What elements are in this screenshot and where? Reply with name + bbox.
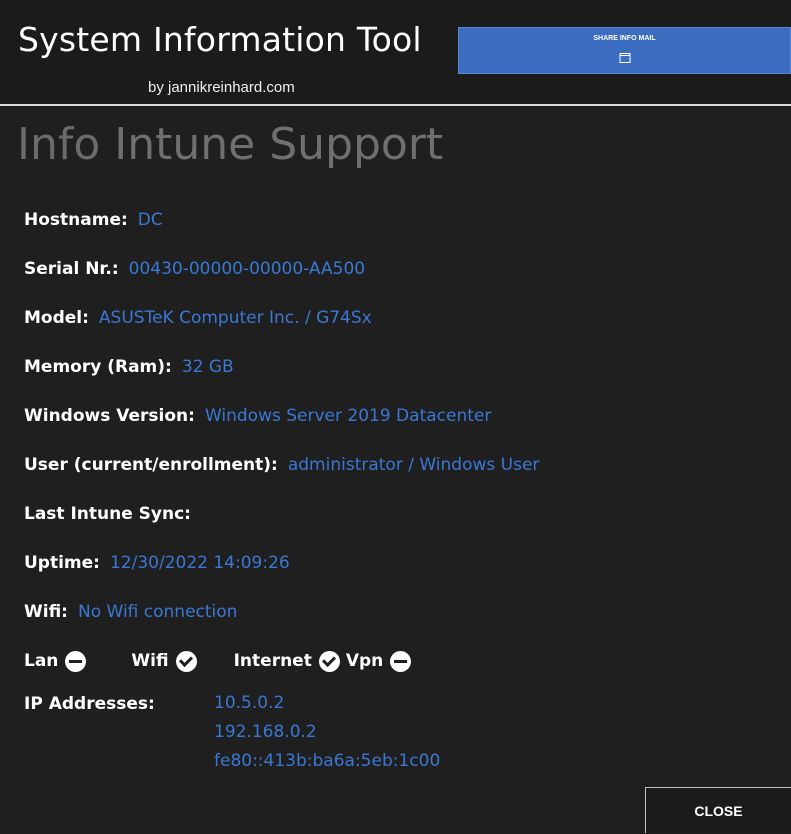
ip-address-list: 10.5.0.2 192.168.0.2 fe80::413b:ba6a:5eb… <box>214 689 440 776</box>
wifi-status: Wifi <box>131 650 197 672</box>
window-icon <box>619 53 630 63</box>
tab-intune[interactable]: Intune <box>114 117 255 173</box>
ip-addresses: IP Addresses: 10.5.0.2 192.168.0.2 fe80:… <box>24 689 440 776</box>
nav-tabs: Info Intune Support <box>17 117 457 177</box>
app-byline: by jannikreinhard.com <box>148 79 295 96</box>
windows-version-label: Windows Version: <box>24 406 195 426</box>
memory-value: 32 GB <box>181 357 234 377</box>
wifi-row: Wifi: No Wifi connection <box>24 597 237 627</box>
wifi-label: Wifi: <box>24 602 68 622</box>
uptime-row: Uptime: 12/30/2022 14:09:26 <box>24 548 290 578</box>
model-value: ASUSTeK Computer Inc. / G74Sx <box>98 308 372 328</box>
user-value: administrator / Windows User <box>287 455 540 475</box>
uptime-value: 12/30/2022 14:09:26 <box>109 553 290 573</box>
ip-address-item: 10.5.0.2 <box>214 693 285 713</box>
tab-support[interactable]: Support <box>269 117 443 173</box>
hostname-label: Hostname: <box>24 210 128 230</box>
vpn-status-label: Vpn <box>345 651 384 671</box>
ip-addresses-label: IP Addresses: <box>24 694 155 714</box>
app-title: System Information Tool <box>18 20 422 59</box>
tab-info[interactable]: Info <box>17 117 100 173</box>
wifi-status-label: Wifi <box>131 651 169 671</box>
lan-status-label: Lan <box>24 651 59 671</box>
share-info-button[interactable]: SHARE INFO MAIL <box>458 27 791 74</box>
last-sync-row: Last Intune Sync: <box>24 499 201 529</box>
windows-version-value: Windows Server 2019 Datacenter <box>204 406 492 426</box>
windows-version-row: Windows Version: Windows Server 2019 Data… <box>24 401 491 431</box>
ip-address-item: fe80::413b:ba6a:5eb:1c00 <box>214 751 441 771</box>
hostname-value: DC <box>137 210 163 230</box>
lan-status: Lan <box>24 650 87 672</box>
serial-row: Serial Nr.: 00430-00000-00000-AA500 <box>24 254 365 284</box>
user-row: User (current/enrollment): administrator … <box>24 450 539 480</box>
hostname-row: Hostname: DC <box>24 205 163 235</box>
ip-address-item: 192.168.0.2 <box>214 722 317 742</box>
user-label: User (current/enrollment): <box>24 455 278 475</box>
model-label: Model: <box>24 308 89 328</box>
last-sync-label: Last Intune Sync: <box>24 504 191 524</box>
memory-label: Memory (Ram): <box>24 357 172 377</box>
model-row: Model: ASUSTeK Computer Inc. / G74Sx <box>24 303 372 333</box>
check-circle-icon <box>175 650 197 672</box>
uptime-label: Uptime: <box>24 553 100 573</box>
connection-status-row: Lan Wifi Internet Vpn <box>24 645 412 677</box>
app-header: System Information Tool by jannikreinhar… <box>0 0 791 106</box>
internet-status-label: Internet <box>233 651 312 671</box>
minus-circle-icon <box>390 650 412 672</box>
minus-circle-icon <box>65 650 87 672</box>
memory-row: Memory (Ram): 32 GB <box>24 352 234 382</box>
vpn-status: Vpn <box>345 650 412 672</box>
wifi-value: No Wifi connection <box>77 602 238 622</box>
serial-label: Serial Nr.: <box>24 259 119 279</box>
share-info-button-label: SHARE INFO MAIL <box>593 35 656 42</box>
check-circle-icon <box>318 650 340 672</box>
close-button[interactable]: CLOSE <box>645 787 791 833</box>
serial-value: 00430-00000-00000-AA500 <box>128 259 366 279</box>
internet-status: Internet <box>233 650 340 672</box>
